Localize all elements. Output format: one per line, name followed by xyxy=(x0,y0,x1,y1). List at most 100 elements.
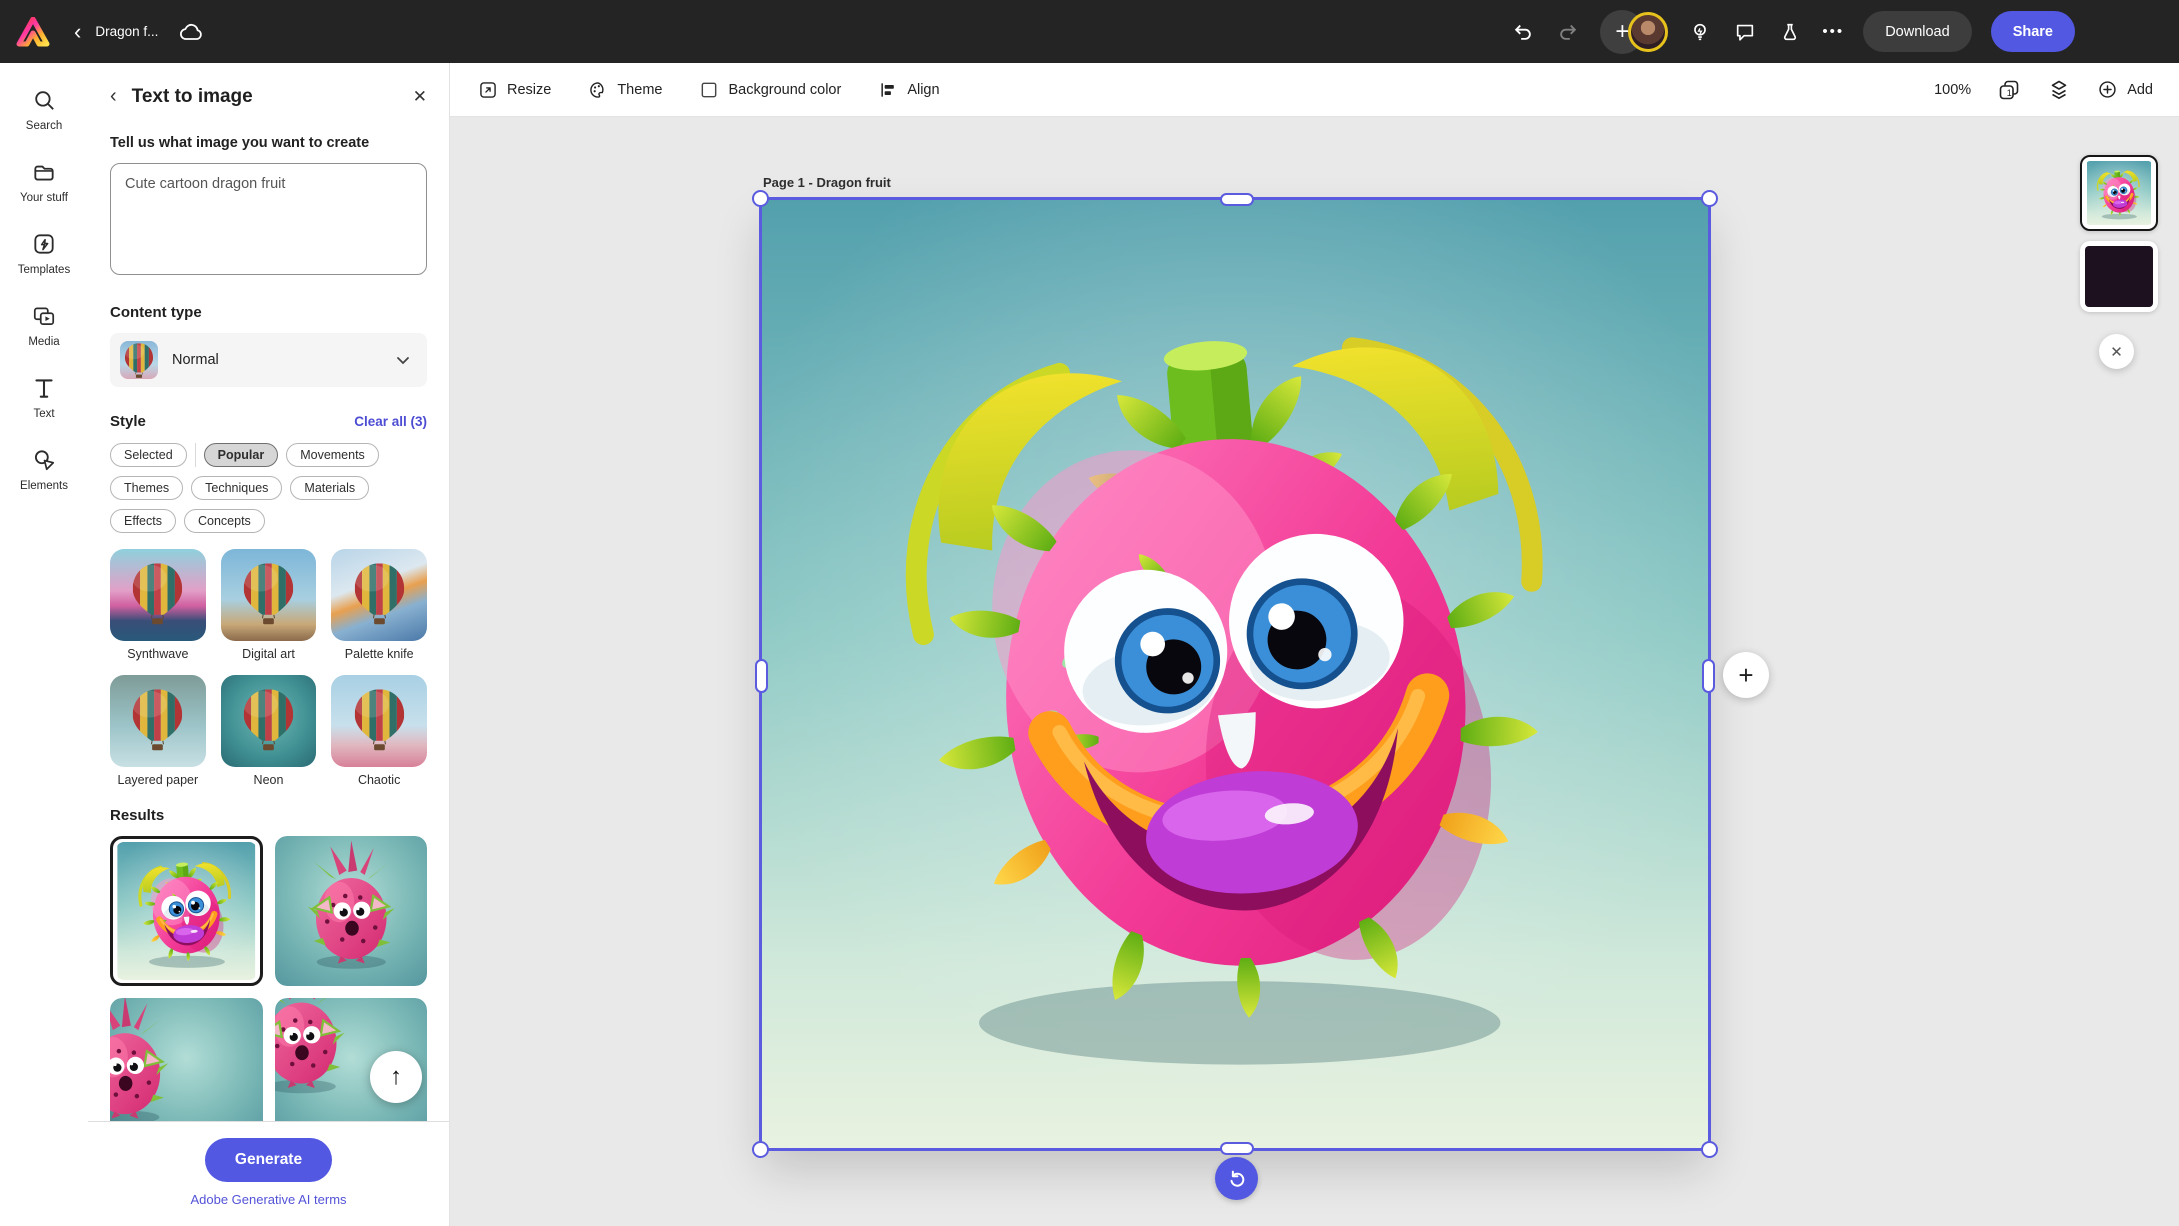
sidebar-label: Elements xyxy=(20,480,68,492)
chip-concepts[interactable]: Concepts xyxy=(184,509,265,533)
resize-button[interactable]: Resize xyxy=(478,80,551,100)
zoom-level[interactable]: 100% xyxy=(1934,82,1971,98)
style-card-label: Digital art xyxy=(221,647,317,661)
page-label: Page 1 - Dragon fruit xyxy=(763,175,891,190)
redo-button[interactable] xyxy=(1555,19,1581,45)
pages-icon[interactable]: 1 xyxy=(1997,78,2021,102)
cloud-sync-icon[interactable] xyxy=(178,22,204,42)
result-thumbnail-1-selected[interactable] xyxy=(110,836,263,986)
generative-ai-terms-link[interactable]: Adobe Generative AI terms xyxy=(88,1192,449,1207)
folder-icon xyxy=(31,159,57,185)
chip-movements[interactable]: Movements xyxy=(286,443,379,467)
panel-back-button[interactable]: ‹ xyxy=(110,85,117,108)
add-button[interactable]: Add xyxy=(2097,79,2153,100)
chip-popular[interactable]: Popular xyxy=(204,443,279,467)
adobe-express-logo[interactable] xyxy=(16,17,50,47)
top-bar: ‹ Dragon f... + xyxy=(0,0,2179,63)
sidebar-item-search[interactable]: Search xyxy=(0,87,88,132)
sidebar-item-media[interactable]: Media xyxy=(0,303,88,348)
beta-flask-icon[interactable] xyxy=(1777,19,1803,45)
page-thumbnail-1-selected[interactable] xyxy=(2080,155,2158,231)
chip-effects[interactable]: Effects xyxy=(110,509,176,533)
add-circle-icon xyxy=(2097,79,2118,100)
text-to-image-panel: ‹ Text to image ✕ Tell us what image you… xyxy=(88,63,450,1226)
sidebar-item-templates[interactable]: Templates xyxy=(0,231,88,276)
account-avatar[interactable] xyxy=(1628,12,1668,52)
workspace: Page 1 - Dragon fruit + ✕ xyxy=(450,117,2179,1226)
sidebar-item-text[interactable]: Text xyxy=(0,375,88,420)
scroll-to-top-button[interactable]: ↑ xyxy=(370,1051,422,1103)
content-type-dropdown[interactable]: Normal xyxy=(110,333,427,387)
style-card-digital-art[interactable]: Digital art xyxy=(221,549,317,661)
undo-button[interactable] xyxy=(1510,19,1536,45)
style-card-synthwave[interactable]: Synthwave xyxy=(110,549,206,661)
text-icon xyxy=(31,375,57,401)
generate-button[interactable]: Generate xyxy=(205,1138,332,1182)
style-card-neon[interactable]: Neon xyxy=(221,675,317,787)
share-button[interactable]: Share xyxy=(1991,11,2075,52)
add-element-floating-button[interactable]: + xyxy=(1723,652,1769,698)
style-card-label: Palette knife xyxy=(331,647,427,661)
elements-icon xyxy=(31,447,57,473)
document-title[interactable]: Dragon f... xyxy=(95,24,158,39)
chip-selected[interactable]: Selected xyxy=(110,443,187,467)
selection-handle-top[interactable] xyxy=(1220,193,1254,206)
adobe-express-app: ‹ Dragon f... + xyxy=(0,0,2179,1226)
topbar-right: + ••• Download Share xyxy=(1510,10,2179,54)
style-card-palette-knife[interactable]: Palette knife xyxy=(331,549,427,661)
theme-palette-icon xyxy=(588,80,608,100)
selection-handle-right[interactable] xyxy=(1702,659,1715,693)
rotate-ccw-icon xyxy=(1226,1168,1248,1190)
resize-label: Resize xyxy=(507,82,551,98)
sidebar-item-elements[interactable]: Elements xyxy=(0,447,88,492)
background-color-button[interactable]: Background color xyxy=(699,80,841,100)
content-type-thumbnail xyxy=(120,341,158,379)
sidebar-label: Your stuff xyxy=(20,192,68,204)
download-button[interactable]: Download xyxy=(1863,11,1972,52)
style-card-grid: Synthwave Digital art Palette knife Laye… xyxy=(110,549,427,787)
results-grid xyxy=(110,836,427,1148)
chip-techniques[interactable]: Techniques xyxy=(191,476,282,500)
ideas-lightbulb-icon[interactable] xyxy=(1687,19,1713,45)
panel-close-button[interactable]: ✕ xyxy=(413,87,427,107)
topbar-left: ‹ Dragon f... xyxy=(16,17,204,47)
chip-materials[interactable]: Materials xyxy=(290,476,369,500)
add-label: Add xyxy=(2127,82,2153,98)
clear-all-link[interactable]: Clear all (3) xyxy=(354,414,427,429)
style-card-label: Layered paper xyxy=(110,773,206,787)
sidebar-item-your-stuff[interactable]: Your stuff xyxy=(0,159,88,204)
svg-text:1: 1 xyxy=(2007,87,2012,97)
close-pages-rail-button[interactable]: ✕ xyxy=(2099,334,2134,369)
back-button[interactable]: ‹ xyxy=(74,21,81,43)
templates-icon xyxy=(31,231,57,257)
selection-handle-left[interactable] xyxy=(755,659,768,693)
left-icon-rail: Search Your stuff Templates Media Text E… xyxy=(0,63,89,1226)
results-label: Results xyxy=(110,807,427,824)
prompt-input[interactable]: Cute cartoon dragon fruit xyxy=(110,163,427,275)
style-chip-group: Selected Popular Movements Themes Techni… xyxy=(110,443,427,533)
selection-handle-top-right[interactable] xyxy=(1701,190,1718,207)
selection-handle-bottom-right[interactable] xyxy=(1701,1141,1718,1158)
scenes-layers-icon[interactable] xyxy=(2047,78,2071,102)
selection-handle-top-left[interactable] xyxy=(752,190,769,207)
style-card-chaotic[interactable]: Chaotic xyxy=(331,675,427,787)
sidebar-label: Media xyxy=(28,336,59,348)
style-card-label: Neon xyxy=(221,773,317,787)
chip-themes[interactable]: Themes xyxy=(110,476,183,500)
content-type-label: Content type xyxy=(110,304,427,321)
selection-handle-bottom[interactable] xyxy=(1220,1142,1254,1155)
result-thumbnail-2[interactable] xyxy=(275,836,428,986)
chip-divider xyxy=(195,443,196,467)
comments-icon[interactable] xyxy=(1732,19,1758,45)
theme-label: Theme xyxy=(617,82,662,98)
style-card-layered-paper[interactable]: Layered paper xyxy=(110,675,206,787)
rotate-button[interactable] xyxy=(1215,1157,1258,1200)
background-color-label: Background color xyxy=(728,82,841,98)
more-options-button[interactable]: ••• xyxy=(1822,23,1844,40)
canvas-page-selected-image[interactable]: Page 1 - Dragon fruit xyxy=(762,200,1708,1148)
align-button[interactable]: Align xyxy=(878,80,939,100)
theme-button[interactable]: Theme xyxy=(588,80,662,100)
canvas-toolbar-right: 100% 1 Add xyxy=(1934,78,2153,102)
page-thumbnail-2[interactable] xyxy=(2080,241,2158,312)
selection-handle-bottom-left[interactable] xyxy=(752,1141,769,1158)
